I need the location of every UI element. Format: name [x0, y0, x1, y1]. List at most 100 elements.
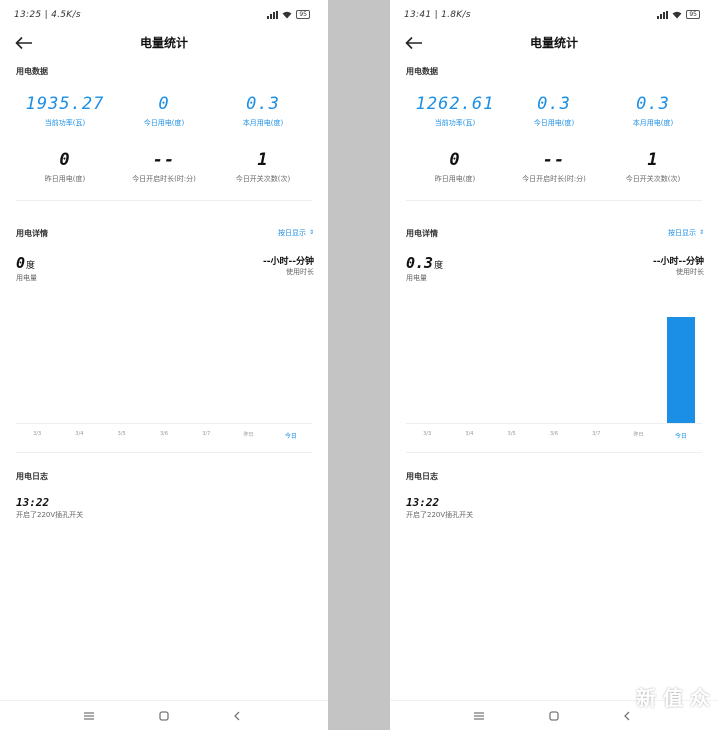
chart-x-tick: 今日	[674, 433, 687, 440]
menu-icon[interactable]	[82, 709, 96, 723]
section-power-data: 用电数据	[406, 67, 438, 76]
page-title: 电量统计	[139, 36, 188, 50]
chart-x-ticks: 3/3 3/4 3/5 3/6 3/7 昨日 今日	[16, 431, 312, 441]
usage-label: 用电量	[16, 274, 37, 282]
stat-label: 本月用电(度)	[632, 119, 674, 127]
chart-bar	[666, 317, 695, 423]
gray-separator	[328, 0, 390, 730]
chart-x-tick: 昨日	[243, 432, 254, 438]
home-icon[interactable]	[157, 709, 171, 723]
back-icon[interactable]	[620, 709, 634, 723]
menu-icon[interactable]	[472, 709, 486, 723]
chart-x-tick: 3/5	[507, 431, 516, 437]
screenshot-comparison: 13:25 | 4.5K/s 95 电量统计 用电数据 1935.27 当前功率…	[0, 0, 720, 730]
log-time: 13:22	[16, 496, 50, 509]
display-mode-selector[interactable]: 按日显示 ⇕	[668, 228, 704, 238]
stats-grid: 1262.61 当前功率(瓦) 0.3 今日用电(度) 0.3 本月用电(度) …	[406, 94, 702, 184]
usage-bar-chart: 3/3 3/4 3/5 3/6 3/7 昨日 今日	[16, 305, 312, 440]
chart-x-tick: 3/4	[75, 431, 84, 437]
display-mode-selector[interactable]: 按日显示 ⇕	[278, 228, 314, 238]
battery-icon: 95	[296, 10, 310, 19]
stat-current-power: 1262.61 当前功率(瓦)	[406, 94, 504, 128]
stats-grid: 1935.27 当前功率(瓦) 0 今日用电(度) 0.3 本月用电(度) 0 …	[16, 94, 312, 184]
chart-x-tick: 3/7	[202, 431, 211, 437]
stat-yesterday-usage: 0 昨日用电(度)	[406, 150, 504, 184]
stat-current-power: 1935.27 当前功率(瓦)	[16, 94, 114, 128]
status-icons: 95	[657, 10, 700, 19]
wifi-icon	[672, 11, 682, 18]
stat-value: 0	[59, 150, 71, 170]
usage-value: 0.3度	[406, 254, 443, 272]
back-icon[interactable]	[230, 709, 244, 723]
stat-value: 0	[158, 94, 170, 114]
home-icon[interactable]	[547, 709, 561, 723]
nav-bar: 电量统计	[0, 30, 328, 54]
sort-arrows-icon: ⇕	[308, 229, 314, 236]
log-time: 13:22	[406, 496, 440, 509]
nav-bar: 电量统计	[390, 30, 718, 54]
stat-label: 今日用电(度)	[143, 119, 185, 127]
section-power-data: 用电数据	[16, 67, 48, 76]
stat-value: 0.3	[246, 94, 280, 114]
chart-x-tick: 3/6	[159, 431, 169, 437]
stat-month-usage: 0.3 本月用电(度)	[214, 94, 312, 128]
chart-x-tick: 3/7	[592, 431, 601, 437]
stat-label: 昨日用电(度)	[434, 175, 476, 183]
stat-value: 1262.61	[415, 94, 495, 114]
usage-number: 0.3	[406, 254, 434, 272]
chart-x-tick: 3/6	[549, 431, 559, 437]
chart-x-tick: 3/5	[117, 431, 126, 437]
stat-value: 1	[257, 150, 269, 170]
divider	[406, 200, 702, 201]
stat-month-usage: 0.3 本月用电(度)	[604, 94, 702, 128]
stat-label: 昨日用电(度)	[44, 175, 86, 183]
status-bar: 13:25 | 4.5K/s 95	[0, 0, 328, 30]
chart-baseline	[406, 423, 702, 424]
chart-baseline	[16, 423, 312, 424]
log-text: 开启了220V插孔开关	[16, 511, 84, 519]
stat-today-duration: -- 今日开启时长(时:分)	[505, 150, 603, 184]
watermark-logo: 新 值 众	[636, 686, 710, 710]
chart-x-tick: 昨日	[633, 432, 644, 438]
duration-label: 使用时长	[286, 268, 314, 276]
stat-label: 今日开关次数(次)	[625, 175, 681, 183]
duration-block: --小时--分钟 使用时长	[263, 254, 314, 277]
wifi-icon	[282, 11, 292, 18]
usage-unit: 度	[26, 261, 36, 271]
usage-value: 0度	[16, 254, 35, 272]
stat-label: 本月用电(度)	[242, 119, 284, 127]
signal-icon	[657, 10, 669, 19]
stat-value: 1	[647, 150, 659, 170]
log-text: 开启了220V插孔开关	[406, 511, 474, 519]
stat-value: 0.3	[537, 94, 571, 114]
stat-value: 0.3	[636, 94, 670, 114]
chart-x-ticks: 3/3 3/4 3/5 3/6 3/7 昨日 今日	[406, 431, 702, 441]
phone-screen-left: 13:25 | 4.5K/s 95 电量统计 用电数据 1935.27 当前功率…	[0, 0, 328, 730]
section-usage-detail: 用电详情	[406, 229, 438, 238]
duration-label: 使用时长	[676, 268, 704, 276]
signal-icon	[267, 10, 279, 19]
duration-value: --小时--分钟	[263, 257, 314, 267]
stat-label: 当前功率(瓦)	[44, 119, 86, 127]
stat-switch-count: 1 今日开关次数(次)	[604, 150, 702, 184]
usage-label: 用电量	[406, 274, 427, 282]
stat-today-usage: 0.3 今日用电(度)	[505, 94, 603, 128]
chart-x-tick: 3/3	[423, 431, 432, 437]
section-usage-log: 用电日志	[16, 472, 48, 481]
status-icons: 95	[267, 10, 310, 19]
usage-bar-chart: 3/3 3/4 3/5 3/6 3/7 昨日 今日	[406, 305, 702, 440]
battery-icon: 95	[686, 10, 700, 19]
stat-value: 0	[449, 150, 461, 170]
stat-label: 今日开启时长(时:分)	[132, 175, 196, 183]
status-time-speed: 13:25 | 4.5K/s	[14, 10, 81, 20]
stat-value: 1935.27	[25, 94, 105, 114]
divider	[406, 452, 702, 453]
section-usage-log: 用电日志	[406, 472, 438, 481]
stat-switch-count: 1 今日开关次数(次)	[214, 150, 312, 184]
stat-yesterday-usage: 0 昨日用电(度)	[16, 150, 114, 184]
duration-block: --小时--分钟 使用时长	[653, 254, 704, 277]
chart-x-tick: 今日	[284, 433, 297, 440]
page-title: 电量统计	[529, 36, 578, 50]
duration-value: --小时--分钟	[653, 257, 704, 267]
display-mode-label: 按日显示	[277, 229, 306, 237]
